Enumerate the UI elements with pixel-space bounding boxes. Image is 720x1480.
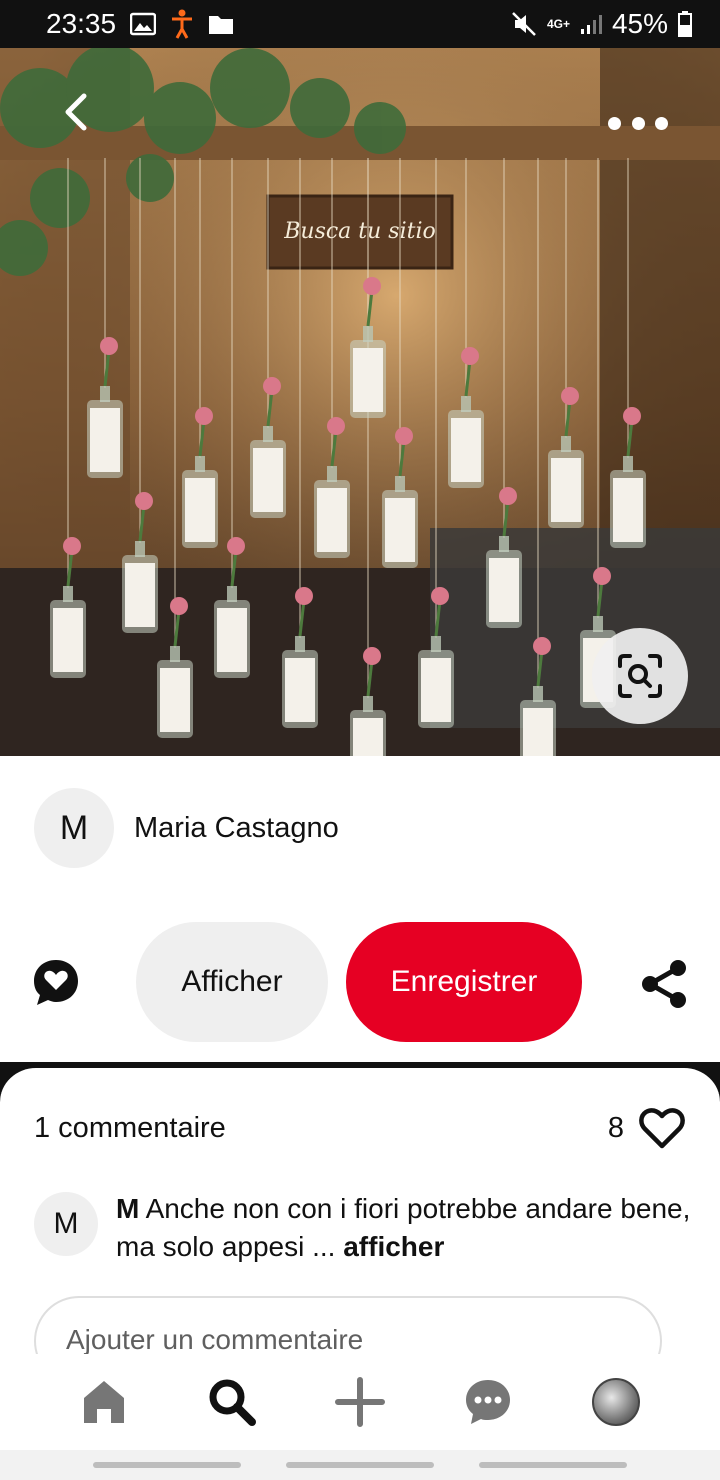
more-dot <box>631 116 645 130</box>
nav-home[interactable] <box>72 1370 136 1434</box>
author-name[interactable]: Maria Castagno <box>134 812 339 845</box>
sign-text: Busca tu sitio <box>283 219 436 244</box>
battery-percent: 45% <box>611 8 668 39</box>
speech-bubble-heart-icon <box>34 960 78 1005</box>
share-button[interactable] <box>636 956 692 1012</box>
nav-search[interactable] <box>200 1370 264 1434</box>
search-icon <box>209 1379 256 1426</box>
comment-text: M Anche non con i fiori potrebbe andare … <box>116 1190 696 1266</box>
more-options-button[interactable] <box>608 108 668 138</box>
likes: 8 <box>608 1106 686 1150</box>
network-type: 4G+ <box>546 17 570 31</box>
share-icon <box>642 960 686 1008</box>
nav-create[interactable] <box>328 1370 392 1434</box>
pin-actions: Afficher Enregistrer <box>0 922 720 1044</box>
system-nav-home[interactable] <box>285 1462 434 1468</box>
status-bar: 23:35 4G+ 45% <box>0 0 720 48</box>
author-avatar[interactable]: M <box>34 788 114 868</box>
home-icon <box>84 1381 124 1423</box>
chat-icon <box>466 1380 510 1424</box>
comments-sheet: 1 commentaire 8 M M Anche non con i fior… <box>0 1066 720 1386</box>
pin-image[interactable]: Busca tu sitio <box>0 48 720 756</box>
bottom-navigation <box>0 1354 720 1450</box>
likes-count: 8 <box>607 1111 624 1144</box>
comment-author[interactable]: M <box>116 1193 139 1224</box>
comments-count: 1 commentaire <box>34 1112 226 1144</box>
save-button[interactable]: Enregistrer <box>346 922 582 1042</box>
mute-icon <box>511 11 537 37</box>
profile-avatar <box>592 1378 640 1426</box>
back-button[interactable] <box>52 88 100 136</box>
system-navigation-bar <box>0 1450 720 1480</box>
plus-icon <box>335 1377 385 1427</box>
pin-author[interactable]: M Maria Castagno <box>34 788 339 868</box>
more-dot <box>608 116 621 130</box>
view-button[interactable]: Afficher <box>136 922 328 1042</box>
accessibility-notification-icon <box>170 9 194 39</box>
nav-messages[interactable] <box>456 1370 520 1434</box>
gallery-notification-icon <box>130 12 157 36</box>
folder-notification-icon <box>208 13 234 35</box>
battery-icon <box>678 11 692 37</box>
chevron-left-icon <box>65 93 87 131</box>
comment-item: M M Anche non con i fiori potrebbe andar… <box>34 1190 696 1266</box>
signal-icon <box>580 13 602 35</box>
system-nav-back[interactable] <box>479 1462 628 1468</box>
nav-profile[interactable] <box>584 1370 648 1434</box>
comment-button[interactable] <box>28 954 84 1010</box>
status-time: 23:35 <box>46 8 117 39</box>
commenter-avatar[interactable]: M <box>34 1192 98 1256</box>
more-dot <box>655 116 668 130</box>
visual-search-icon <box>618 654 662 698</box>
comment-more-link[interactable]: afficher <box>343 1231 444 1262</box>
heart-outline-icon[interactable] <box>638 1106 686 1150</box>
system-nav-recent[interactable] <box>92 1462 241 1468</box>
visual-search-button[interactable] <box>592 628 688 724</box>
